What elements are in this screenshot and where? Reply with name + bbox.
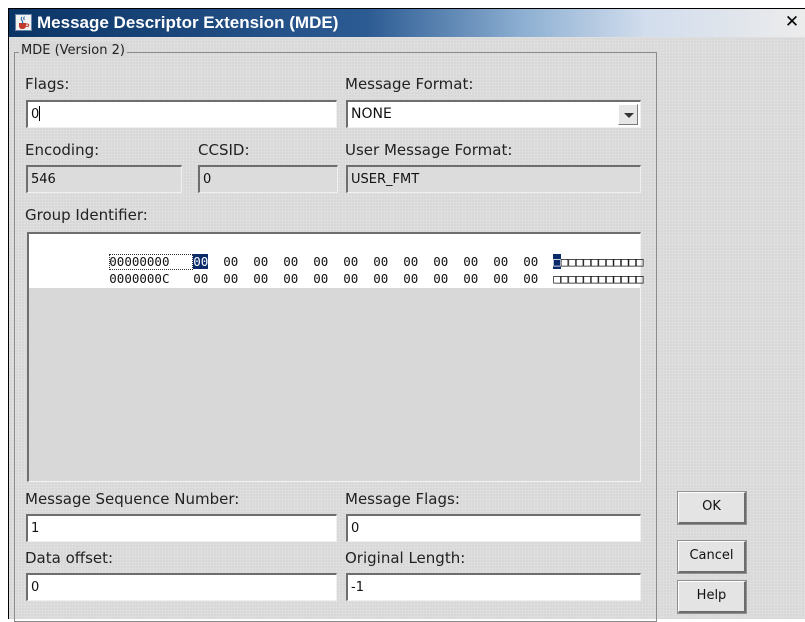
hex-byte[interactable]: 00 (493, 271, 523, 287)
hex-byte[interactable]: 00 (403, 271, 433, 287)
message-format-combo[interactable]: NONE (346, 100, 641, 128)
hex-byte[interactable]: 00 (523, 271, 553, 287)
message-flags-value: 0 (351, 521, 360, 536)
cancel-button[interactable]: Cancel (677, 540, 747, 574)
mde-dialog: Message Descriptor Extension (MDE) ✕ MDE… (8, 8, 805, 622)
hex-byte[interactable]: 00 (193, 271, 223, 287)
help-button[interactable]: Help (677, 580, 747, 614)
data-offset-value: 0 (31, 580, 40, 595)
close-icon[interactable]: ✕ (783, 13, 801, 31)
original-length-field[interactable]: -1 (346, 573, 641, 601)
hex-byte-text: 00 (523, 271, 539, 286)
hex-byte[interactable]: 00 (223, 271, 253, 287)
hex-byte[interactable]: 00 (313, 271, 343, 287)
hex-byte-text: 00 (283, 271, 299, 286)
ccsid-value: 0 (203, 172, 212, 187)
hex-byte-text: 00 (463, 271, 479, 286)
data-offset-field[interactable]: 0 (26, 573, 337, 601)
encoding-value: 546 (31, 172, 56, 187)
title-bar[interactable]: Message Descriptor Extension (MDE) ✕ (9, 9, 805, 37)
ccsid-label: CCSID: (198, 141, 250, 159)
hex-byte-text: 00 (223, 271, 239, 286)
hex-byte-text: 00 (493, 271, 509, 286)
hex-byte-text: 00 (343, 271, 359, 286)
window-title: Message Descriptor Extension (MDE) (37, 13, 339, 32)
message-format-label: Message Format: (345, 75, 474, 93)
message-sequence-number-field[interactable]: 1 (26, 514, 337, 542)
user-message-format-label: User Message Format: (345, 141, 513, 159)
message-sequence-number-label: Message Sequence Number: (25, 490, 240, 508)
hex-byte[interactable]: 00 (253, 271, 283, 287)
hex-byte-text: 00 (313, 271, 329, 286)
encoding-label: Encoding: (25, 141, 100, 159)
hex-byte[interactable]: 00 (373, 271, 403, 287)
dialog-body: MDE (Version 2) Flags: 0 Message Format:… (9, 37, 805, 622)
original-length-label: Original Length: (345, 549, 466, 567)
hex-byte-text: 00 (373, 271, 389, 286)
hex-byte[interactable]: 00 (343, 271, 373, 287)
encoding-field: 546 (26, 165, 182, 193)
java-cup-icon (15, 14, 32, 31)
hex-byte[interactable]: 00 (463, 271, 493, 287)
chevron-down-icon[interactable] (618, 104, 638, 125)
hex-byte-text: 00 (433, 271, 449, 286)
hex-chars[interactable]: □□□□□□□□□□□□ (553, 271, 643, 287)
flags-value: 0 (31, 107, 40, 122)
hex-byte-text: 00 (253, 271, 269, 286)
user-message-format-value: USER_FMT (351, 172, 420, 187)
ccsid-field: 0 (198, 165, 338, 193)
group-identifier-hex-editor[interactable]: 00000000 00 00 00 00 00 00 00 00 00 00 00 00 □□□□□□□□… (27, 232, 644, 482)
hex-byte[interactable]: 00 (283, 271, 313, 287)
hex-row[interactable]: 0000000C 00 00 00 00 00 00 00 00 00 00 00 00 □□□□□□□□… (34, 255, 643, 286)
message-flags-label: Message Flags: (345, 490, 460, 508)
hex-row[interactable]: 00000000 00 00 00 00 00 00 00 00 00 00 00 00 □□□□□□□□… (34, 238, 644, 270)
group-identifier-label: Group Identifier: (25, 206, 148, 224)
text-caret (39, 106, 41, 121)
original-length-value: -1 (351, 580, 364, 595)
hex-byte-text: 00 (403, 271, 419, 286)
hex-byte[interactable]: 00 (433, 271, 463, 287)
flags-field[interactable]: 0 (26, 100, 337, 128)
data-offset-label: Data offset: (25, 549, 114, 567)
flags-label: Flags: (25, 75, 70, 93)
ok-button[interactable]: OK (677, 491, 747, 525)
user-message-format-field: USER_FMT (346, 165, 641, 193)
message-format-value: NONE (351, 106, 392, 122)
hex-address: 0000000C (109, 271, 170, 286)
hex-byte-text: 00 (193, 271, 209, 286)
group-title: MDE (Version 2) (19, 43, 127, 58)
mde-group-box: MDE (Version 2) Flags: 0 Message Format:… (14, 43, 657, 622)
message-flags-field[interactable]: 0 (346, 514, 641, 542)
message-sequence-number-value: 1 (31, 521, 40, 536)
